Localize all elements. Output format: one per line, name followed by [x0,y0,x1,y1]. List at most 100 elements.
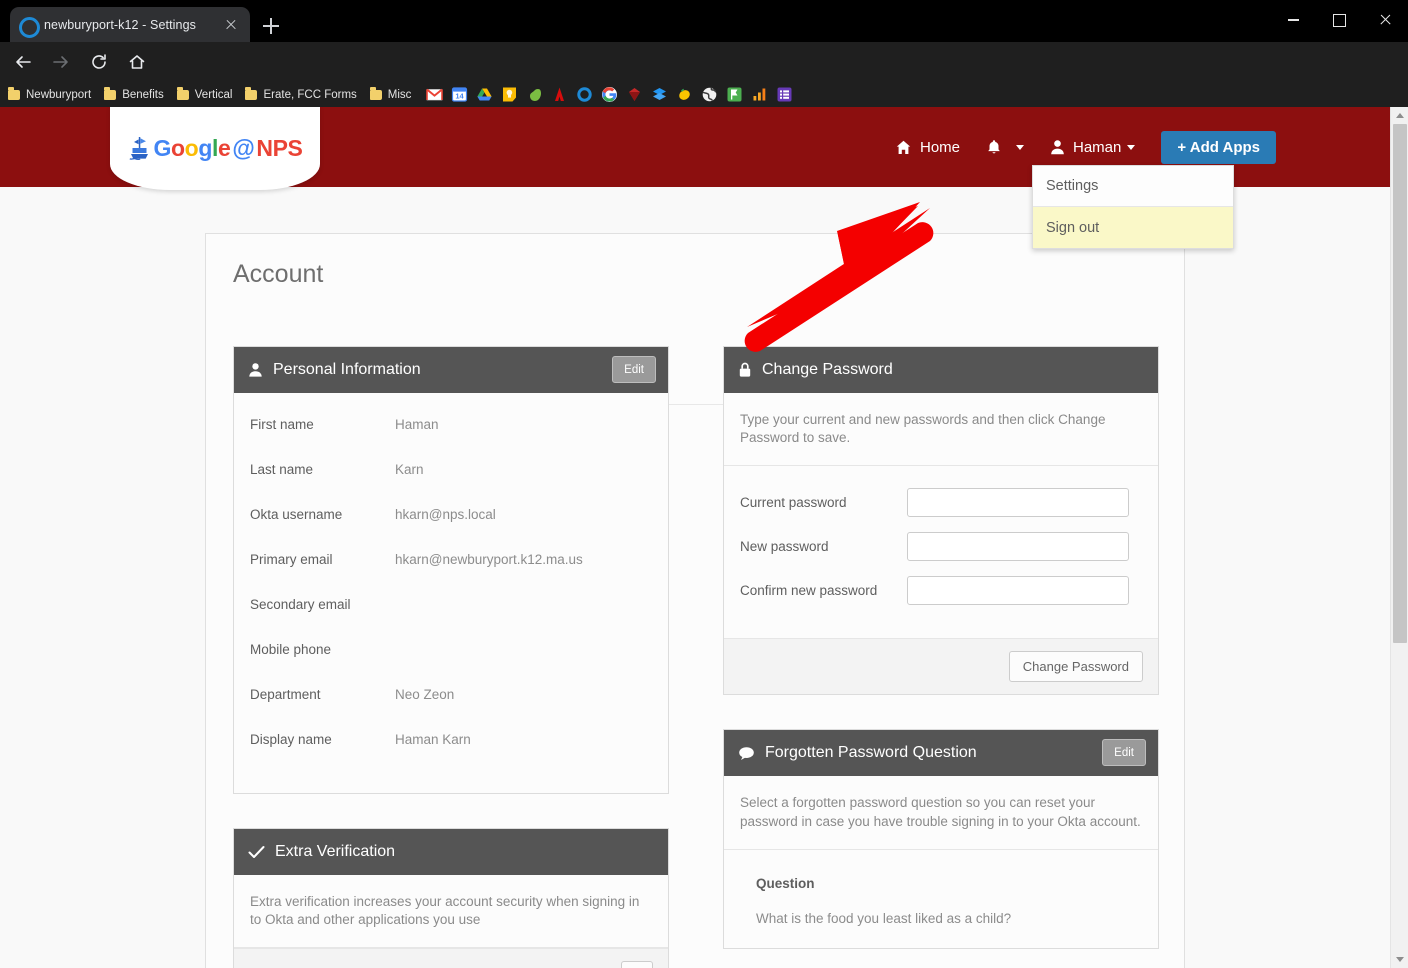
add-apps-button[interactable]: + Add Apps [1161,130,1276,164]
nav-home[interactable]: Home [895,139,960,156]
minimize-button[interactable] [1270,0,1316,40]
panel-description: Type your current and new passwords and … [724,393,1158,467]
field-value: Haman Karn [395,732,471,747]
tab-strip: newburyport-k12 - Settings [0,0,1408,42]
panel-title: Forgotten Password Question [765,744,977,762]
logo-g2: g [198,134,212,161]
okta-circle-icon [18,16,40,38]
menu-item-sign-out[interactable]: Sign out [1033,207,1233,248]
person-icon [248,362,263,378]
panel-header: Change Password [724,347,1158,393]
list-icon[interactable] [776,86,793,103]
field-label: Last name [250,462,314,477]
panel-body: Current password New password Confirm ne… [724,466,1158,638]
back-icon[interactable] [8,47,38,77]
window-controls [1270,0,1408,40]
new-password-input[interactable] [907,532,1129,562]
google-icon[interactable] [601,86,618,103]
chevron-down-icon [1016,144,1024,150]
nav-user-label: Haman [1073,138,1122,156]
scroll-up-icon[interactable] [1391,107,1408,124]
field-label: Secondary email [250,597,351,612]
panel-title: Extra Verification [275,843,396,860]
change-password-button[interactable]: Change Password [1008,651,1143,683]
field-label: Primary email [250,552,333,567]
okta-icon[interactable] [576,86,593,103]
panel-title: Personal Information [273,361,421,378]
new-tab-button[interactable] [258,13,284,39]
field-label: Confirm new password [740,583,878,599]
field-label: Mobile phone [250,642,332,657]
field-row: Department Neo Zeon [234,685,668,730]
forgotten-password-question-panel: Forgotten Password Question Edit Select … [723,729,1159,949]
google-keep-icon[interactable] [501,86,518,103]
speech-bubble-icon [738,746,755,761]
google-drive-icon[interactable] [476,86,493,103]
nav-user-menu[interactable]: Haman [1050,138,1136,156]
blocks-icon[interactable] [651,86,668,103]
logo-e: e [217,134,231,161]
bookmark-label: Benefits [122,88,164,101]
tab-title: newburyport-k12 - Settings [44,17,196,32]
confirm-new-password-input[interactable] [907,576,1129,606]
edit-personal-information-button[interactable]: Edit [612,356,656,383]
folder-icon [176,87,189,100]
field-value: Neo Zeon [395,687,455,702]
bookmark-label: Newburyport [26,88,92,101]
menu-item-settings[interactable]: Settings [1033,166,1233,207]
home-icon[interactable] [122,47,152,77]
browser-window: newburyport-k12 - Settings newburyport- [0,0,1408,968]
user-dropdown-menu: Settings Sign out [1032,165,1234,249]
maximize-button[interactable] [1316,0,1362,40]
flag-icon[interactable] [726,86,743,103]
browser-tab[interactable]: newburyport-k12 - Settings [10,7,250,42]
page-title: Account [233,260,324,288]
extra-verification-action-button[interactable] [621,961,653,968]
bookmark-folder[interactable]: Misc [365,84,417,105]
current-password-input[interactable] [907,488,1129,518]
forward-icon[interactable] [46,47,76,77]
field-row: Primary email hkarn@newburyport.k12.ma.u… [234,550,668,595]
nav-notifications[interactable] [986,139,1024,156]
panel-description: Select a forgotten password question so … [724,776,1158,850]
bookmark-label: Misc [387,88,412,101]
password-field-row: New password [724,532,1158,562]
okta-main-nav: Home Haman + Add Apps [895,127,1276,167]
field-label: Department [250,687,321,702]
password-field-row: Confirm new password [724,576,1158,606]
bookmark-folder[interactable]: Erate, FCC Forms [240,84,361,105]
panel-header: Personal Information Edit [234,347,668,393]
scrollbar-thumb[interactable] [1393,124,1407,643]
globe-icon[interactable] [701,86,718,103]
ruby-icon[interactable] [626,86,643,103]
question-value: What is the food you least liked as a ch… [756,910,1012,926]
field-value: Karn [395,462,424,477]
field-row: Secondary email [234,595,668,640]
page-scrollbar[interactable] [1390,107,1408,968]
evernote-icon[interactable] [526,86,543,103]
panel-title: Change Password [762,361,893,378]
extra-verification-panel: Extra Verification Extra verification in… [233,828,669,968]
bookmarks-bar: Newburyport Benefits Vertical Erate, FCC… [0,82,1408,107]
field-label: First name [250,417,314,432]
bookmark-folder[interactable]: Newburyport [3,84,96,105]
gmail-icon[interactable] [426,86,444,103]
edit-forgotten-password-button[interactable]: Edit [1102,739,1146,767]
analytics-icon[interactable] [751,86,768,103]
window-close-button[interactable] [1362,0,1408,40]
reload-icon[interactable] [84,47,114,77]
bookmark-label: Vertical [194,88,233,101]
bookmark-folder[interactable]: Benefits [99,84,169,105]
google-calendar-icon[interactable]: 14 [451,86,468,103]
logo-at: @ [232,134,255,161]
okta-org-logo[interactable]: Go o g l e @ NPS [110,107,320,190]
close-icon[interactable] [220,14,242,36]
panel-body: First name Haman Last name Karn Okta use… [234,393,668,793]
logo-nps: NPS [256,134,303,161]
bookmark-folder[interactable]: Vertical [172,84,238,105]
field-label: Okta username [250,507,343,522]
lemon-icon[interactable] [676,86,693,103]
scroll-down-icon[interactable] [1391,951,1408,968]
adobe-icon[interactable] [551,86,568,103]
field-row: Mobile phone [234,640,668,685]
